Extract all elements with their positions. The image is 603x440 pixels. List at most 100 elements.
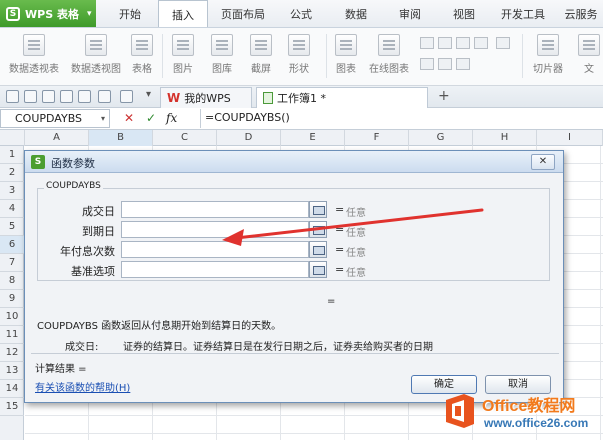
save-icon[interactable] bbox=[24, 90, 37, 103]
chevron-down-icon[interactable]: ▾ bbox=[146, 89, 151, 100]
picture-button[interactable]: 图片 bbox=[168, 32, 198, 80]
dialog-divider bbox=[31, 353, 559, 354]
cancel-formula-icon[interactable]: ✕ bbox=[124, 111, 134, 125]
row-header[interactable]: 1 bbox=[0, 146, 24, 164]
pivot-chart-icon bbox=[85, 34, 107, 56]
pivot-chart-button[interactable]: 数据透视图 bbox=[68, 32, 124, 80]
tab-data[interactable]: 数据 bbox=[334, 0, 378, 27]
row-header[interactable]: 15 bbox=[0, 398, 24, 416]
dialog-title-bar[interactable]: S 函数参数 ✕ bbox=[25, 151, 563, 173]
row-header[interactable]: 12 bbox=[0, 344, 24, 362]
bar-chart-icon[interactable] bbox=[438, 58, 452, 70]
table-button[interactable]: 表格 bbox=[128, 32, 156, 80]
argument-value: 任意 bbox=[346, 268, 366, 279]
column-header[interactable]: D bbox=[217, 130, 281, 146]
row-header[interactable]: 3 bbox=[0, 182, 24, 200]
column-header[interactable]: F bbox=[345, 130, 409, 146]
scatter-chart-icon[interactable] bbox=[495, 37, 510, 49]
export-pdf-icon[interactable] bbox=[78, 90, 91, 103]
argument-label: 到期日 bbox=[82, 225, 115, 238]
insert-function-icon[interactable]: fx bbox=[166, 111, 177, 125]
column-header[interactable]: I bbox=[537, 130, 603, 146]
name-box[interactable]: COUPDAYBS ▾ bbox=[0, 109, 110, 128]
slicer-button[interactable]: 切片器 bbox=[528, 32, 568, 80]
chevron-down-icon[interactable]: ▾ bbox=[101, 110, 105, 127]
row-header[interactable]: 2 bbox=[0, 164, 24, 182]
column-header[interactable]: C bbox=[153, 130, 217, 146]
collapse-range-icon[interactable] bbox=[309, 261, 327, 278]
row-header[interactable]: 14 bbox=[0, 380, 24, 398]
collapse-range-icon[interactable] bbox=[309, 221, 327, 238]
row-header[interactable]: 13 bbox=[0, 362, 24, 380]
function-help-link[interactable]: 有关该函数的帮助(H) bbox=[35, 379, 130, 394]
undo-icon[interactable] bbox=[98, 90, 111, 103]
basis-input[interactable] bbox=[121, 261, 309, 278]
tab-formulas[interactable]: 公式 bbox=[280, 0, 322, 27]
argument-label: 成交日 bbox=[82, 205, 115, 218]
text-button[interactable]: 文 bbox=[578, 32, 600, 80]
row-header[interactable]: 11 bbox=[0, 326, 24, 344]
screenshot-button[interactable]: 截屏 bbox=[246, 32, 276, 80]
combo-chart-icon[interactable] bbox=[456, 58, 470, 70]
wps-w-icon: W bbox=[167, 91, 181, 105]
frequency-input[interactable] bbox=[121, 241, 309, 258]
row-header[interactable]: 5 bbox=[0, 218, 24, 236]
row-header[interactable]: 6 bbox=[0, 236, 24, 254]
function-description: COUPDAYBS 函数返回从付息期开始到结算日的天数。 bbox=[37, 321, 282, 332]
maturity-input[interactable] bbox=[121, 221, 309, 238]
chart-button[interactable]: 图表 bbox=[332, 32, 360, 80]
column-headers: A B C D E F G H I bbox=[0, 130, 603, 146]
area-chart-icon[interactable] bbox=[438, 37, 452, 49]
doc-tab-workbook[interactable]: 工作簿1 * bbox=[256, 87, 428, 108]
online-chart-button[interactable]: 在线图表 bbox=[364, 32, 414, 80]
row-header[interactable]: 9 bbox=[0, 290, 24, 308]
collapse-range-icon[interactable] bbox=[309, 201, 327, 218]
print-preview-icon[interactable] bbox=[60, 90, 73, 103]
gallery-button[interactable]: 图库 bbox=[206, 32, 238, 80]
redo-icon[interactable] bbox=[120, 90, 133, 103]
row-header[interactable]: 7 bbox=[0, 254, 24, 272]
row-header[interactable]: 10 bbox=[0, 308, 24, 326]
line-chart-icon[interactable] bbox=[420, 37, 434, 49]
chevron-down-icon: ▾ bbox=[86, 8, 92, 19]
tab-page-layout[interactable]: 页面布局 bbox=[214, 0, 272, 27]
online-chart-icon bbox=[378, 34, 400, 56]
tab-developer[interactable]: 开发工具 bbox=[494, 0, 552, 27]
formula-input[interactable]: =COUPDAYBS() bbox=[200, 109, 603, 128]
column-header[interactable]: E bbox=[281, 130, 345, 146]
close-button[interactable]: ✕ bbox=[531, 154, 555, 170]
confirm-formula-icon[interactable]: ✓ bbox=[146, 111, 156, 125]
collapse-range-icon[interactable] bbox=[309, 241, 327, 258]
argument-value: 任意 bbox=[346, 208, 366, 219]
win-loss-icon[interactable] bbox=[474, 37, 488, 49]
pie-chart-icon[interactable] bbox=[420, 58, 434, 70]
column-header[interactable]: G bbox=[409, 130, 473, 146]
ribbon-panel: 数据透视表 数据透视图 表格 图片 图库 截屏 形状 图表 在线图表 切片器 文 bbox=[0, 28, 603, 86]
settlement-input[interactable] bbox=[121, 201, 309, 218]
argument-row-basis: 基准选项 = 任意 bbox=[43, 261, 553, 279]
argument-row-settlement: 成交日 = 任意 bbox=[43, 201, 553, 219]
mini-chart-gallery[interactable] bbox=[418, 34, 518, 74]
app-menu-button[interactable]: S WPS 表格 ▾ bbox=[0, 0, 96, 27]
row-header[interactable]: 8 bbox=[0, 272, 24, 290]
tab-start[interactable]: 开始 bbox=[108, 0, 152, 27]
doc-tab-my-wps[interactable]: W 我的WPS bbox=[160, 87, 252, 108]
new-tab-icon[interactable]: + bbox=[438, 88, 450, 104]
column-header[interactable]: H bbox=[473, 130, 537, 146]
column-header[interactable]: A bbox=[25, 130, 89, 146]
select-all-corner[interactable] bbox=[0, 130, 25, 146]
argument-help-name: 成交日: bbox=[65, 342, 99, 353]
column-chart-icon[interactable] bbox=[456, 37, 470, 49]
tab-insert[interactable]: 插入 bbox=[158, 0, 208, 27]
tab-review[interactable]: 审阅 bbox=[388, 0, 432, 27]
column-header[interactable]: B bbox=[89, 130, 153, 146]
tab-view[interactable]: 视图 bbox=[442, 0, 486, 27]
spreadsheet-icon bbox=[263, 92, 273, 104]
shapes-button[interactable]: 形状 bbox=[284, 32, 314, 80]
tab-cloud[interactable]: 云服务 bbox=[560, 0, 602, 27]
open-icon[interactable] bbox=[6, 90, 19, 103]
pivot-table-icon bbox=[23, 34, 45, 56]
pivot-table-button[interactable]: 数据透视表 bbox=[6, 32, 62, 80]
row-header[interactable]: 4 bbox=[0, 200, 24, 218]
print-icon[interactable] bbox=[42, 90, 55, 103]
